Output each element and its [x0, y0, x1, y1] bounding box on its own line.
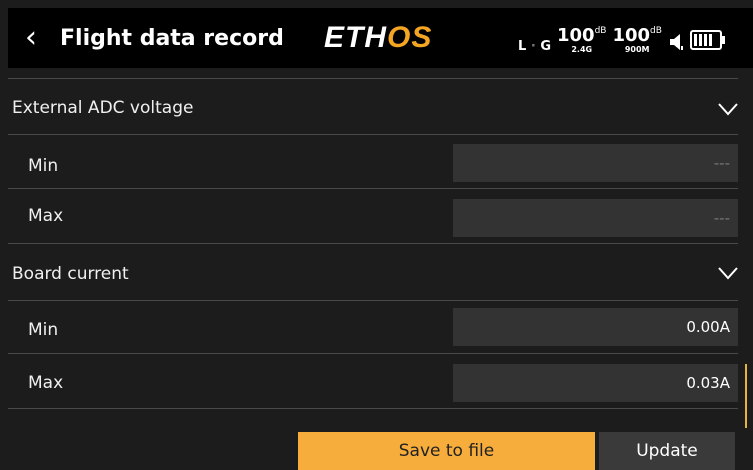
signal-900m: 100dB 900M [612, 25, 662, 54]
divider [8, 353, 738, 354]
ethos-logo: ETHOS [324, 21, 433, 54]
telemetry-indicator: L · G [518, 39, 551, 54]
section-board-current[interactable]: Board current [12, 264, 129, 284]
ext-adc-max-value: --- [453, 199, 738, 237]
volume-icon[interactable] [668, 32, 684, 52]
ext-adc-min-value: --- [453, 144, 738, 182]
ext-adc-max-label: Max [28, 206, 64, 226]
back-button[interactable]: ‹ [18, 20, 44, 56]
divider [8, 408, 738, 409]
board-current-min-label: Min [28, 320, 59, 340]
page-title: Flight data record [60, 26, 284, 51]
update-button[interactable]: Update [599, 432, 735, 470]
board-current-max-value: 0.03A [453, 364, 738, 402]
chevron-left-icon: ‹ [25, 20, 37, 55]
board-current-min-value: 0.00A [453, 308, 738, 346]
ext-adc-min-label: Min [28, 156, 59, 176]
divider [8, 134, 738, 135]
divider [8, 188, 738, 189]
chevron-down-icon[interactable] [718, 266, 738, 280]
battery-icon [689, 30, 725, 50]
divider [8, 243, 738, 244]
divider [8, 78, 738, 79]
divider [8, 300, 738, 301]
board-current-max-label: Max [28, 373, 64, 393]
signal-2g4: 100dB 2.4G [556, 25, 607, 54]
section-external-adc-voltage[interactable]: External ADC voltage [12, 98, 193, 118]
scroll-indicator[interactable] [745, 364, 747, 428]
chevron-down-icon[interactable] [718, 102, 738, 116]
status-area: L · G 100dB 2.4G 100dB 900M [518, 22, 725, 54]
header-bar: ‹ Flight data record ETHOS L · G 100dB 2… [8, 8, 753, 68]
save-to-file-button[interactable]: Save to file [298, 432, 595, 470]
content-panel: External ADC voltage Min --- Max --- Boa… [8, 68, 753, 470]
